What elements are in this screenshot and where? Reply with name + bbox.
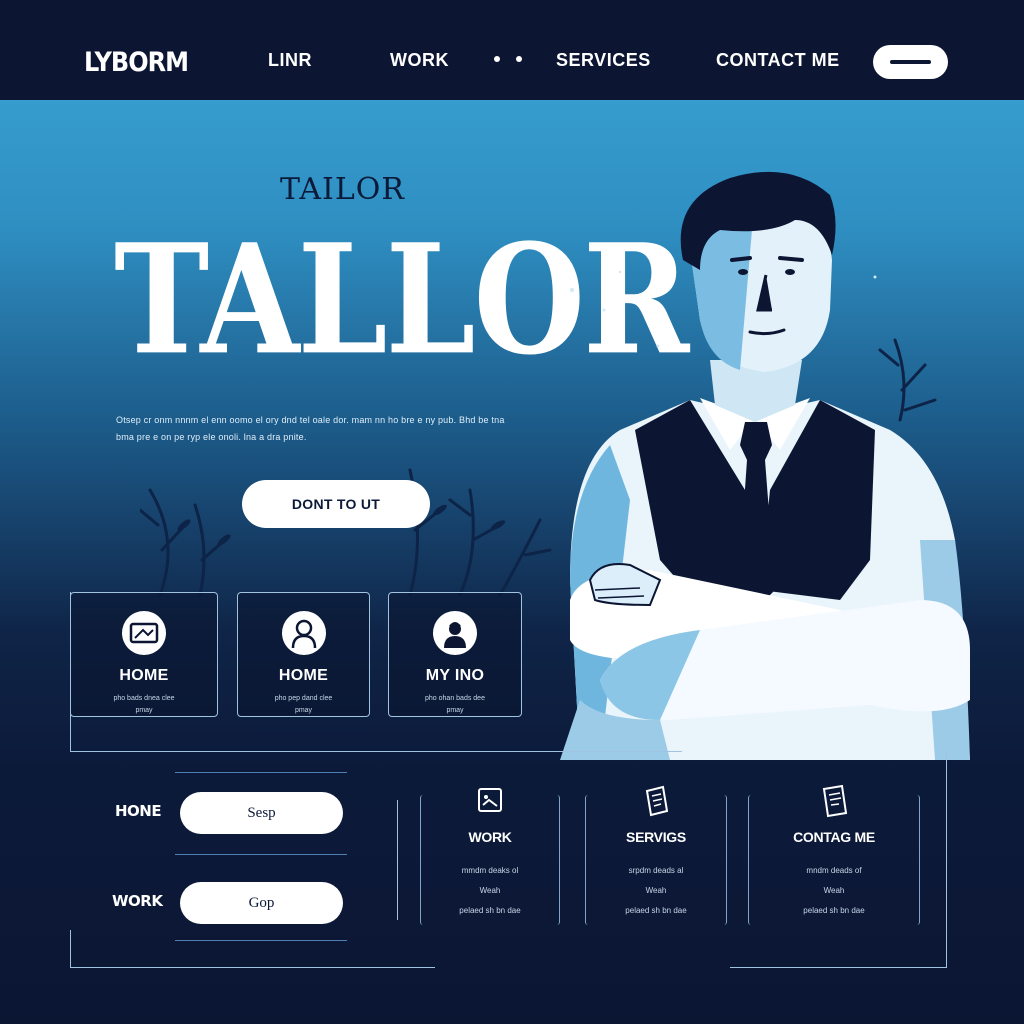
bottom-card-contact[interactable]: CONTAG ME mndm deads of Weah pelaed sh bn … [748, 784, 920, 925]
bottom-card-title: SERVIGS [626, 829, 686, 845]
card-home[interactable]: HOME pho bads dnea clee pmay [70, 592, 218, 717]
screen-icon [122, 611, 166, 655]
card-description: pho pep dand clee pmay [274, 695, 333, 714]
card-my-info[interactable]: MY INO pho ohan bads dee pmay [388, 592, 522, 717]
nav-link-contact[interactable]: CONTACT ME [716, 50, 840, 71]
nav-dots-icon [494, 56, 522, 62]
divider [175, 940, 347, 941]
bottom-card-description: mndm deads of Weah pelaed sh bn dae [803, 866, 865, 915]
work-input[interactable] [180, 882, 343, 924]
bottom-card-title: CONTAG ME [793, 829, 875, 845]
person-icon [281, 611, 326, 655]
home-input[interactable] [180, 792, 343, 834]
nav-link-services[interactable]: SERVICES [556, 50, 651, 71]
form-label-work: WORK [112, 892, 163, 910]
divider [175, 854, 347, 855]
divider [175, 772, 347, 773]
top-nav: LYBORM LINR WORK SERVICES CONTACT ME [0, 0, 1024, 100]
bottom-card-services[interactable]: SERVIGS srpdm deads al Weah pelaed sh bn d… [585, 785, 727, 925]
divider [397, 800, 398, 920]
bottom-card-description: mmdm deaks ol Weah pelaed sh bn dae [459, 866, 521, 915]
bottom-card-work[interactable]: WORK mmdm deaks ol Weah pelaed sh bn dae [420, 788, 560, 925]
bottom-card-title: WORK [468, 829, 512, 845]
hero-description: Otsep cr onm nnnm el enn oomo el ory dnd… [116, 415, 505, 442]
clipboard-icon [822, 784, 848, 818]
brand-logo[interactable]: LYBORM [84, 47, 189, 78]
card-title: HOME [119, 667, 169, 684]
photo-icon [478, 788, 502, 812]
card-title: HOME [278, 667, 329, 684]
form-label-home: HONE [115, 802, 162, 820]
card-description: pho ohan bads dee pmay [425, 695, 485, 714]
bottom-card-description: srpdm deads al Weah pelaed sh bn dae [625, 866, 687, 915]
menu-toggle-button[interactable] [873, 45, 948, 79]
form-frame [70, 930, 435, 968]
card-home-2[interactable]: HOME pho pep dand clee pmay [237, 592, 370, 717]
card-description: pho bads dnea clee pmay [113, 695, 175, 714]
hero-cta-button[interactable]: DONT TO UT [242, 480, 430, 528]
nav-link-work[interactable]: WORK [390, 50, 449, 71]
document-icon [645, 785, 669, 817]
avatar-icon [433, 611, 477, 655]
hero-subtitle: TAILOR [280, 172, 405, 207]
card-title: MY INO [425, 667, 485, 684]
nav-link-linr[interactable]: LINR [268, 50, 312, 71]
